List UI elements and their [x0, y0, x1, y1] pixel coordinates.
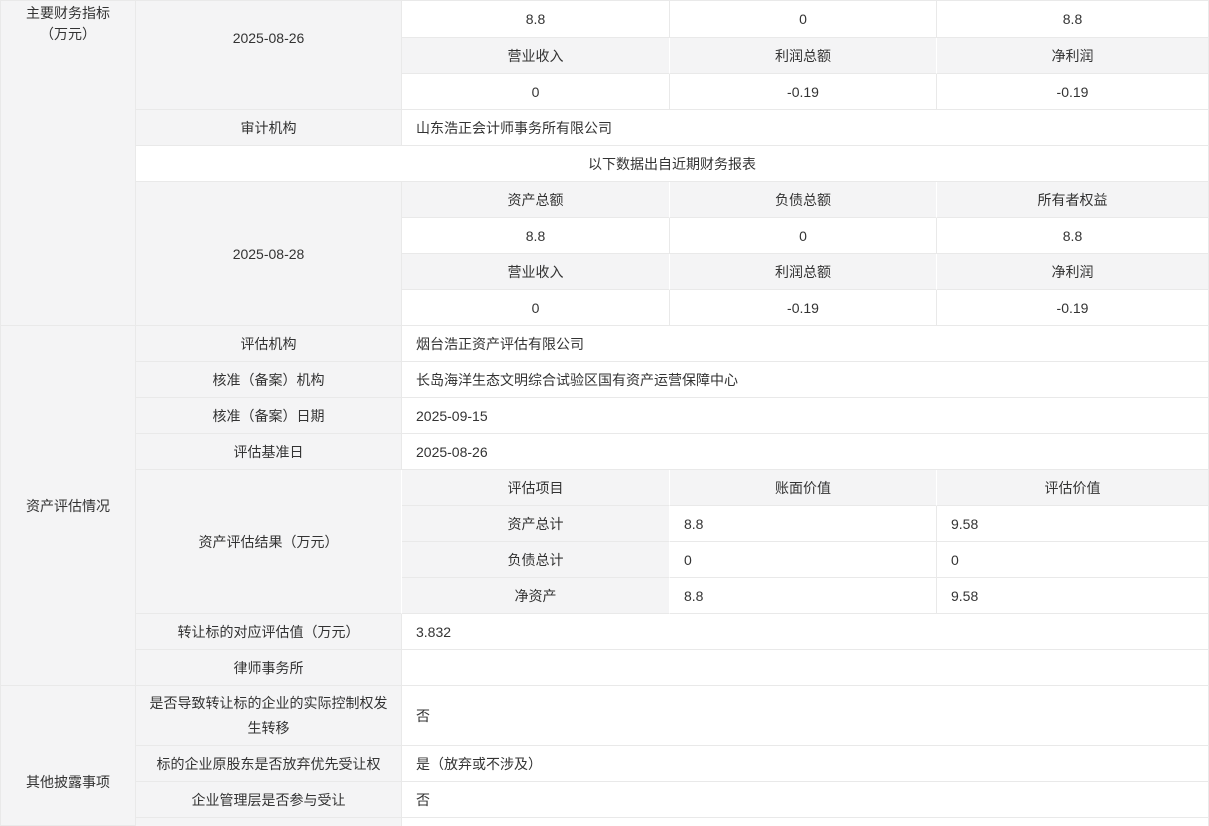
- row-value: 否: [402, 782, 1209, 818]
- metric-header: 利润总额: [670, 254, 937, 290]
- metric-value: -0.19: [937, 74, 1209, 110]
- result-header: 评估价值: [937, 470, 1209, 506]
- result-header: 账面价值: [670, 470, 937, 506]
- metric-value: -0.19: [937, 290, 1209, 326]
- metric-value: 8.8: [937, 1, 1209, 38]
- section-label-financial-line2: （万元）: [40, 24, 96, 45]
- section-label-financial-line1: 主要财务指标: [26, 3, 110, 24]
- row-label: 评估基准日: [136, 434, 402, 470]
- section-label-evaluation: 资产评估情况: [1, 326, 136, 686]
- row-label: 企业管理层是否参与受让: [136, 782, 402, 818]
- metric-header: 营业收入: [402, 254, 670, 290]
- row-label: 核准（备案）日期: [136, 398, 402, 434]
- metric-value: 8.8: [402, 1, 670, 38]
- cutoff-row-label-cell: [136, 818, 402, 826]
- metric-header: 净利润: [937, 38, 1209, 74]
- audit-agency-label: 审计机构: [136, 110, 402, 146]
- result-header: 评估项目: [402, 470, 670, 506]
- metric-value: 0: [670, 218, 937, 254]
- row-value: 是（放弃或不涉及）: [402, 746, 1209, 782]
- metric-header: 所有者权益: [937, 182, 1209, 218]
- row-label: 是否导致转让标的企业的实际控制权发生转移: [136, 686, 402, 746]
- metric-header: 负债总额: [670, 182, 937, 218]
- metric-value: 0: [402, 290, 670, 326]
- law-firm-label: 律师事务所: [136, 650, 402, 686]
- metric-header: 利润总额: [670, 38, 937, 74]
- evaluation-result-label: 资产评估结果（万元）: [136, 470, 402, 614]
- result-book-value: 8.8: [670, 506, 937, 542]
- row-label: 核准（备案）机构: [136, 362, 402, 398]
- report-date-cell-1: 2025-08-26: [136, 1, 402, 110]
- row-value: 否: [402, 686, 1209, 746]
- result-eval-value: 9.58: [937, 578, 1209, 614]
- metric-value: 0: [670, 1, 937, 38]
- result-item-label: 资产总计: [402, 506, 670, 542]
- metric-header: 资产总额: [402, 182, 670, 218]
- row-value: 长岛海洋生态文明综合试验区国有资产运营保障中心: [402, 362, 1209, 398]
- row-value: 2025-08-26: [402, 434, 1209, 470]
- disclosure-page: 主要财务指标 （万元） 2025-08-26 8.8 0 8.8 营业收入 利润…: [0, 0, 1209, 826]
- report-date-cell-2: 2025-08-28: [136, 182, 402, 326]
- metric-header: 净利润: [937, 254, 1209, 290]
- result-eval-value: 9.58: [937, 506, 1209, 542]
- transfer-eval-label: 转让标的对应评估值（万元）: [136, 614, 402, 650]
- recent-statement-note: 以下数据出自近期财务报表: [136, 146, 1209, 182]
- disclosure-table: 主要财务指标 （万元） 2025-08-26 8.8 0 8.8 营业收入 利润…: [0, 0, 1209, 826]
- result-book-value: 0: [670, 542, 937, 578]
- transfer-eval-value: 3.832: [402, 614, 1209, 650]
- row-value: 烟台浩正资产评估有限公司: [402, 326, 1209, 362]
- metric-value: 8.8: [402, 218, 670, 254]
- metric-value: 0: [402, 74, 670, 110]
- result-item-label: 负债总计: [402, 542, 670, 578]
- section-label-financial: 主要财务指标 （万元）: [1, 1, 136, 326]
- audit-agency-value: 山东浩正会计师事务所有限公司: [402, 110, 1209, 146]
- metric-value: -0.19: [670, 74, 937, 110]
- result-item-label: 净资产: [402, 578, 670, 614]
- metric-header: 营业收入: [402, 38, 670, 74]
- section-label-other: 其他披露事项: [1, 686, 136, 826]
- metric-value: -0.19: [670, 290, 937, 326]
- row-label: 评估机构: [136, 326, 402, 362]
- row-label: 标的企业原股东是否放弃优先受让权: [136, 746, 402, 782]
- cutoff-row-value-cell: [402, 818, 1209, 826]
- metric-value: 8.8: [937, 218, 1209, 254]
- result-eval-value: 0: [937, 542, 1209, 578]
- law-firm-value: [402, 650, 1209, 686]
- row-value: 2025-09-15: [402, 398, 1209, 434]
- result-book-value: 8.8: [670, 578, 937, 614]
